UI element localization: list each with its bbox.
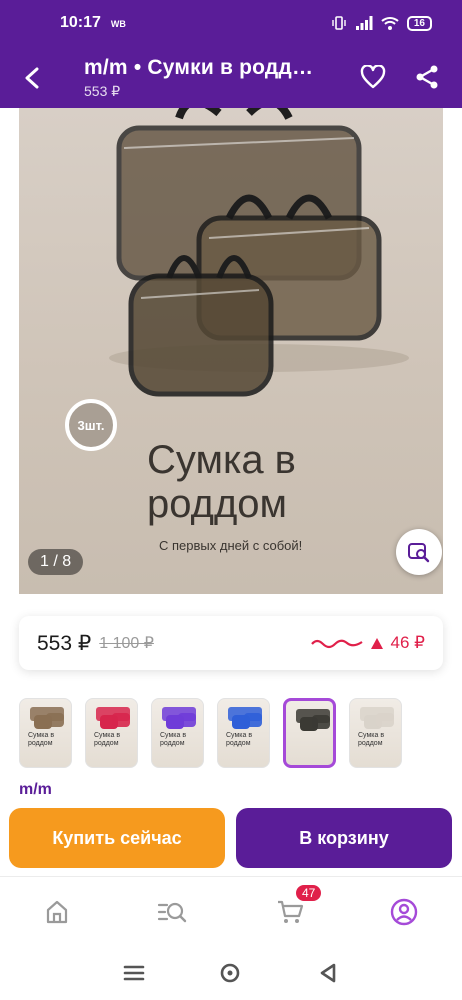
- product-image-carousel[interactable]: 3шт. Сумка в роддом С первых дней с собо…: [19, 108, 443, 594]
- status-bar: 10:17 WB 16: [0, 0, 462, 46]
- bag-icon: [228, 707, 262, 729]
- current-price: 553 ₽: [37, 631, 92, 655]
- color-variant-thumbnail[interactable]: Сумка в роддом: [151, 698, 204, 768]
- app-header: m/m • Сумки в родд… 553 ₽: [0, 46, 462, 108]
- price-change-value: 46 ₽: [390, 633, 425, 652]
- menu-icon: [123, 965, 145, 981]
- page-title: m/m • Сумки в родд…: [84, 56, 314, 79]
- color-variant-thumbnail[interactable]: Сумка в роддом: [217, 698, 270, 768]
- share-button[interactable]: [410, 60, 444, 94]
- signal-icon: [355, 16, 373, 30]
- price-history-button[interactable]: 46 ₽: [310, 633, 425, 653]
- promo-subtitle: С первых дней с собой!: [159, 538, 303, 553]
- thumbnail-label: Сумка в роддом: [28, 732, 55, 747]
- promo-title-line1: Сумка в: [147, 438, 296, 482]
- recent-apps-button[interactable]: [121, 960, 147, 986]
- status-icons: 16: [331, 15, 432, 31]
- color-variant-thumbnail[interactable]: [283, 698, 336, 768]
- favorite-button[interactable]: [356, 60, 390, 94]
- color-variants: Сумка в роддом Сумка в роддом Сумка в родд…: [19, 698, 402, 768]
- system-nav-bar: [0, 944, 462, 1000]
- price-trend-icon: [310, 639, 363, 649]
- add-to-cart-button[interactable]: В корзину: [236, 808, 452, 868]
- cart-count-badge: 47: [294, 883, 324, 903]
- battery-indicator: 16: [406, 15, 432, 31]
- header-price: 553 ₽: [84, 83, 121, 99]
- nav-catalog[interactable]: [155, 895, 189, 929]
- catalog-search-icon: [157, 902, 187, 923]
- back-system-button[interactable]: [315, 960, 341, 986]
- bag-icon: [162, 707, 196, 729]
- status-carrier: WB: [110, 19, 126, 29]
- old-price: 1 100 ₽: [99, 635, 154, 652]
- nav-cart[interactable]: 47: [273, 883, 324, 929]
- thumbnail-label: Сумка в роддом: [94, 732, 121, 747]
- thumbnail-label: Сумка в роддом: [358, 732, 385, 747]
- status-time: 10:17: [60, 14, 101, 31]
- circle-home-icon: [220, 963, 240, 983]
- thumbnail-label: Сумка в роддом: [226, 732, 253, 747]
- color-variant-thumbnail[interactable]: Сумка в роддом: [349, 698, 402, 768]
- nav-profile[interactable]: [387, 895, 421, 929]
- promo-title: Сумка в роддом: [147, 438, 367, 526]
- home-icon: [46, 900, 68, 924]
- share-icon: [416, 65, 438, 89]
- image-counter: 1 / 8: [28, 549, 84, 575]
- cart-icon: [278, 900, 304, 923]
- promo-title-line2: роддом: [147, 482, 288, 526]
- heart-icon: [360, 65, 386, 89]
- color-variant-thumbnail[interactable]: Сумка в роддом: [19, 698, 72, 768]
- bottom-nav: 47: [0, 876, 462, 944]
- quantity-badge: 3шт.: [65, 399, 117, 451]
- back-button[interactable]: [14, 60, 50, 96]
- brand-link[interactable]: m/m: [19, 781, 52, 799]
- image-search-icon: [408, 543, 430, 563]
- bag-icon: [30, 707, 64, 729]
- vibrate-icon: [332, 16, 346, 30]
- nav-home[interactable]: [40, 895, 74, 929]
- arrow-up-icon: [370, 637, 383, 649]
- bag-icon: [296, 709, 330, 731]
- bag-icon: [96, 707, 130, 729]
- triangle-back-icon: [320, 963, 336, 983]
- thumbnail-label: Сумка в роддом: [160, 732, 187, 747]
- color-variant-thumbnail[interactable]: Сумка в роддом: [85, 698, 138, 768]
- arrow-left-icon: [25, 67, 39, 89]
- wifi-icon: [381, 17, 399, 30]
- bag-icon: [360, 707, 394, 729]
- home-button[interactable]: [217, 960, 243, 986]
- bags-illustration: [109, 108, 409, 397]
- profile-icon: [390, 898, 418, 926]
- visual-search-button[interactable]: [396, 529, 442, 575]
- buy-now-button[interactable]: Купить сейчас: [9, 808, 225, 868]
- price-card: 553 ₽ 1 100 ₽ 46 ₽: [19, 616, 443, 670]
